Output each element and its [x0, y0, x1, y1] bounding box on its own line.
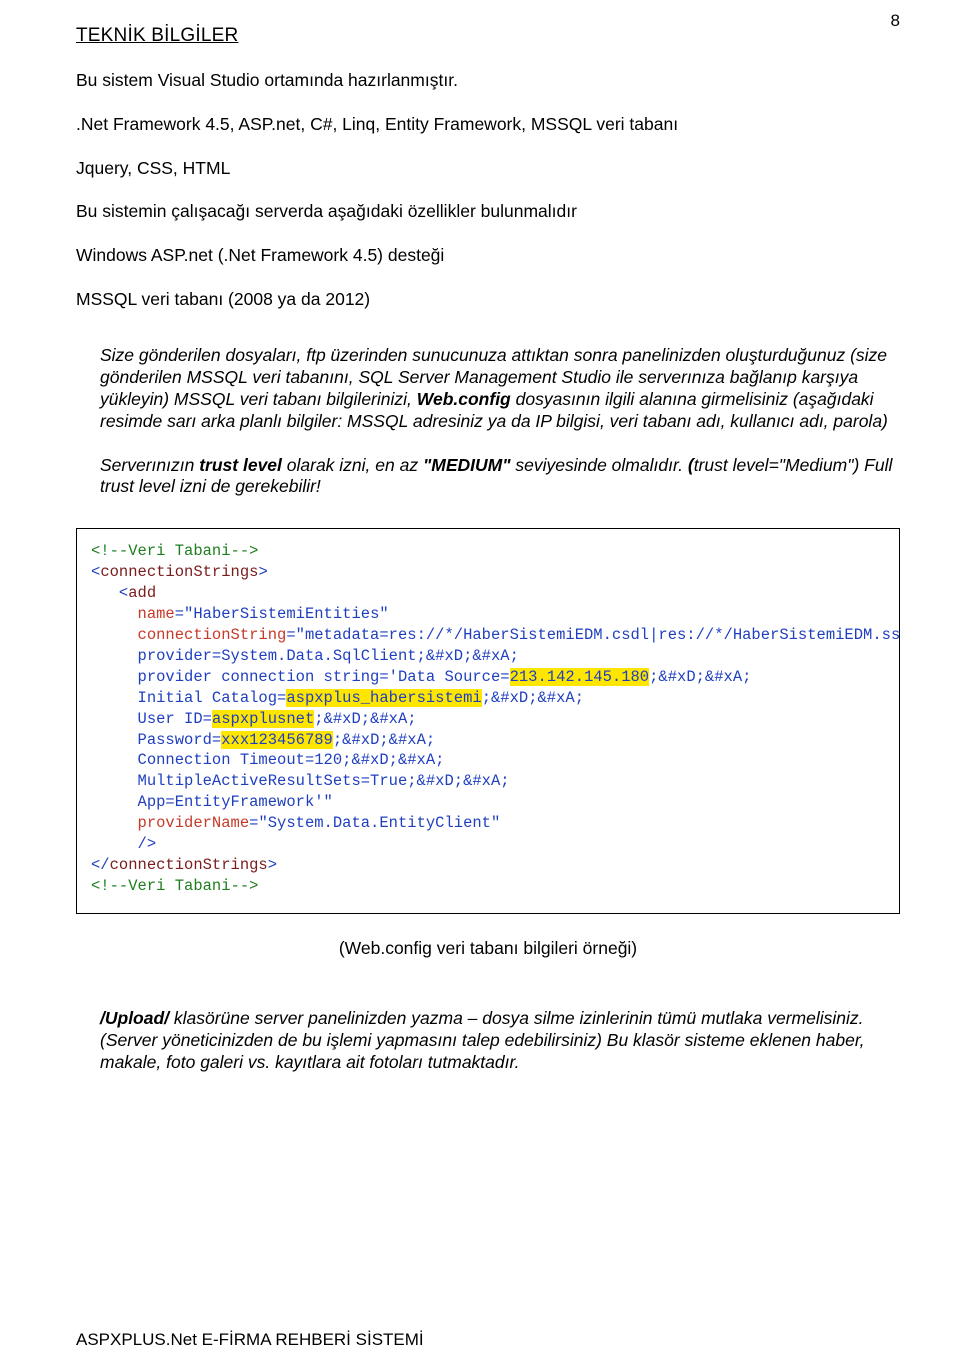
trust-level-term: trust level [199, 455, 282, 475]
code-lt2: < [119, 584, 128, 602]
trust-mid: olarak izni, en az [282, 455, 423, 475]
code-gt: > [258, 563, 267, 581]
code-attr-connstring: connectionString [138, 626, 287, 644]
code-app: App=EntityFramework'" [138, 793, 333, 811]
code-lt: < [91, 563, 100, 581]
code-attr-name: name [138, 605, 175, 623]
code-tag-connectionstrings: connectionStrings [100, 563, 258, 581]
code-end-tag: connectionStrings [110, 856, 268, 874]
webconfig-filename: Web.config [417, 389, 511, 409]
intro-paragraph-3: Jquery, CSS, HTML [76, 158, 900, 180]
webconfig-paragraph: Size gönderilen dosyaları, ftp üzerinden… [100, 345, 900, 433]
code-provstr2: ;&#xD;&#xA; [649, 668, 751, 686]
code-pass1: Password= [138, 731, 222, 749]
code-attr-provname: providerName [138, 814, 250, 832]
trust-level-paragraph: Serverınızın trust level olarak izni, en… [100, 455, 900, 499]
code-initcat1: Initial Catalog= [138, 689, 287, 707]
trust-post: seviyesinde olmalıdır. [511, 455, 688, 475]
upload-rest: klasörüne server panelinizden yazma – do… [100, 1008, 865, 1072]
code-dbname: aspxplus_habersistemi [286, 689, 481, 707]
code-mars: MultipleActiveResultSets=True;&#xD;&#xA; [138, 772, 510, 790]
code-ip: 213.142.145.180 [510, 668, 650, 686]
code-comment-open: <!--Veri Tabani--> [91, 542, 258, 560]
code-tag-add: add [128, 584, 156, 602]
section-title: TEKNİK BİLGİLER [76, 24, 900, 48]
intro-paragraph-1: Bu sistem Visual Studio ortamında hazırl… [76, 70, 900, 92]
code-pass2: ;&#xD;&#xA; [333, 731, 435, 749]
requirements-title: Bu sistemin çalışacağı serverda aşağıdak… [76, 201, 900, 223]
code-provider-line: provider=System.Data.SqlClient;&#xD;&#xA… [138, 647, 519, 665]
trust-pre: Serverınızın [100, 455, 199, 475]
footer: ASPXPLUS.Net E-FİRMA REHBERİ SİSTEMİ [76, 1329, 424, 1350]
page: 8 TEKNİK BİLGİLER Bu sistem Visual Studi… [0, 0, 960, 1372]
code-selfclose: /> [138, 835, 157, 853]
code-provstr1: provider connection string='Data Source= [138, 668, 510, 686]
code-username: aspxplusnet [212, 710, 314, 728]
code-initcat2: ;&#xD;&#xA; [482, 689, 584, 707]
code-userid2: ;&#xD;&#xA; [314, 710, 416, 728]
page-number: 8 [891, 10, 900, 31]
trust-medium: "MEDIUM" [423, 455, 511, 475]
code-val-conn: ="metadata=res://*/HaberSistemiEDM.csdl|… [286, 626, 900, 644]
code-password: xxx123456789 [221, 731, 333, 749]
code-val-provname: ="System.Data.EntityClient" [249, 814, 500, 832]
code-val-name: ="HaberSistemiEntities" [175, 605, 389, 623]
upload-folder: /Upload/ [100, 1008, 169, 1028]
code-comment-close: <!--Veri Tabani--> [91, 877, 258, 895]
upload-block: /Upload/ klasörüne server panelinizden y… [100, 1008, 900, 1074]
intro-paragraph-2: .Net Framework 4.5, ASP.net, C#, Linq, E… [76, 114, 900, 136]
code-end-gt: > [268, 856, 277, 874]
requirement-2: MSSQL veri tabanı (2008 ya da 2012) [76, 289, 900, 311]
upload-paragraph: /Upload/ klasörüne server panelinizden y… [100, 1008, 900, 1074]
details-block: Size gönderilen dosyaları, ftp üzerinden… [100, 345, 900, 498]
code-userid1: User ID= [138, 710, 212, 728]
code-snippet: <!--Veri Tabani--> <connectionStrings> <… [76, 528, 900, 914]
code-caption: (Web.config veri tabanı bilgileri örneği… [76, 938, 900, 960]
code-timeout: Connection Timeout=120;&#xD;&#xA; [138, 751, 445, 769]
requirement-1: Windows ASP.net (.Net Framework 4.5) des… [76, 245, 900, 267]
code-end-lt: </ [91, 856, 110, 874]
